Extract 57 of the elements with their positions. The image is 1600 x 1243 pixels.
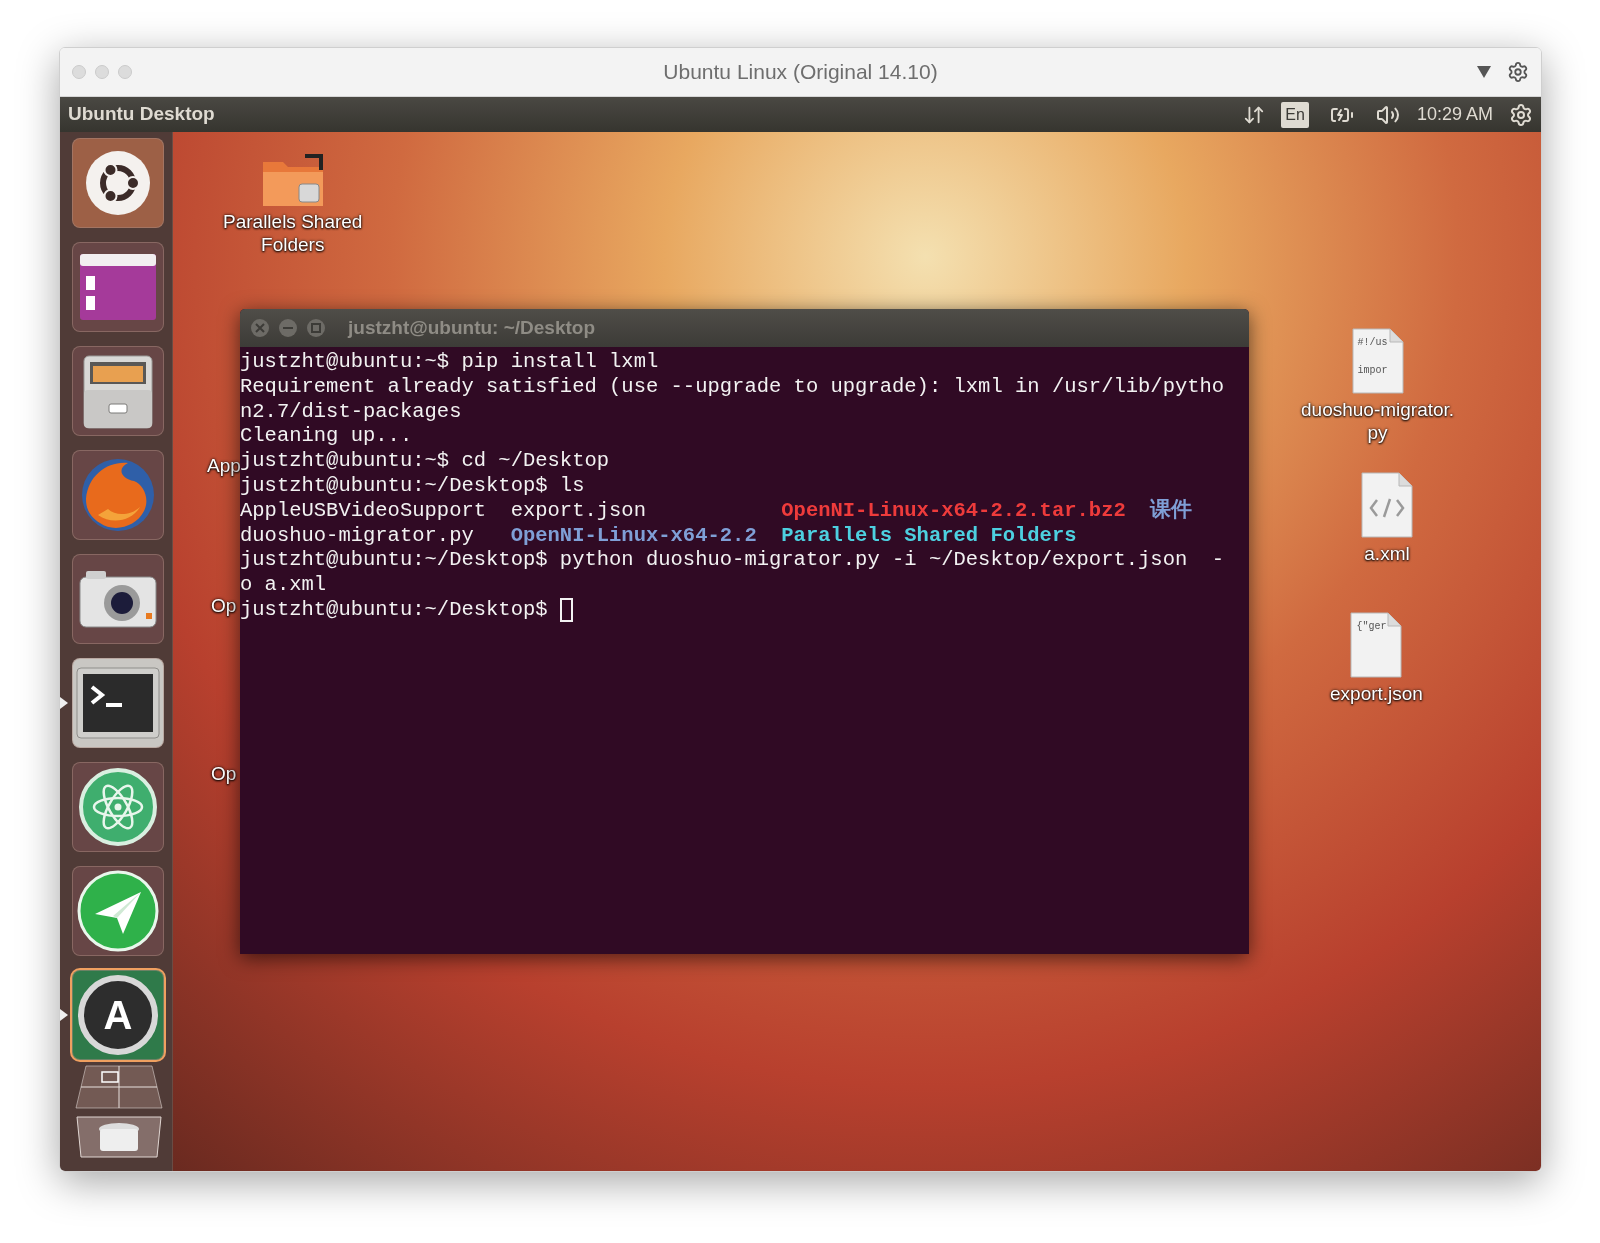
launcher-item[interactable] (72, 658, 164, 748)
launcher-item[interactable] (72, 242, 164, 332)
terminal-text: o a.xml (240, 573, 327, 598)
file-preview-text: #!/us impor (1357, 336, 1388, 378)
terminal-text: Cleaning up... (240, 424, 413, 450)
atom-icon (78, 767, 158, 847)
terminal-text: export.json (510, 498, 646, 522)
terminal-text: justzht@ubuntu:~/Desktop$ (240, 597, 549, 623)
paper-plane-icon (77, 870, 159, 952)
launcher-item[interactable] (72, 138, 164, 228)
document-icon (1350, 612, 1403, 678)
document-icon (1351, 328, 1404, 394)
launcher-item[interactable] (72, 1064, 166, 1110)
terminal-text: duoshuo-migrator.py (240, 523, 474, 547)
file-preview-text: {"ger (1356, 620, 1387, 634)
clock-text[interactable]: 10:29 AM (1416, 101, 1493, 128)
terminal-text: justzht@ubuntu:~$ cd ~/Desktop (240, 449, 610, 474)
desktop-icon-label: duoshuo-migrator. py (1301, 398, 1455, 444)
running-indicator-icon (60, 697, 68, 709)
terminal-title: justzht@ubuntu: ~/Desktop (348, 315, 596, 340)
launcher-item[interactable] (72, 762, 164, 852)
workspace-switcher-icon (74, 1064, 164, 1110)
running-indicator-icon (60, 1009, 68, 1021)
window-app-icon (78, 252, 158, 322)
circle-logo-icon (83, 148, 153, 218)
terminal-text: 课件 (1150, 498, 1193, 522)
keyboard-layout-indicator[interactable]: En (1281, 101, 1309, 128)
document-icon (1361, 472, 1413, 538)
launcher-item[interactable] (72, 554, 164, 644)
desktop-icon-label: Op (211, 595, 237, 616)
launcher-item[interactable] (72, 346, 164, 436)
desktop-icon-label: Parallels Shared Folders (223, 210, 363, 256)
terminal-icon (76, 667, 160, 739)
desktop-icon-label: App (207, 455, 241, 476)
settings-icon[interactable] (1509, 102, 1533, 127)
shared-folder-icon[interactable] (260, 154, 325, 208)
window-title: Ubuntu Linux (Original 14.10) (663, 59, 938, 86)
terminal-text: justzht@ubuntu:~$ pip install lxml (240, 350, 659, 375)
desktop-icon-label: a.xml (1364, 542, 1410, 565)
terminal-text: justzht@ubuntu:~/Desktop$ ls (240, 474, 585, 499)
dropdown-triangle-icon[interactable] (1477, 66, 1491, 78)
settings-icon[interactable] (1507, 61, 1529, 83)
trash-icon (73, 1115, 165, 1159)
terminal-text: Requirement already satisfied (use --upgrade to upgrade): lxml in /usr/lib/pytho (240, 374, 1225, 400)
file-cabinet-icon (82, 352, 154, 430)
desktop-icon-label: Op (211, 763, 237, 784)
updater-glyph: A (103, 995, 133, 1035)
desktop-icon-label: export.json (1330, 682, 1423, 705)
terminal-text: Parallels Shared Folders (781, 523, 1077, 547)
terminal-text: n2.7/dist-packages (240, 399, 462, 425)
terminal-text: OpenNI-Linux-x64-2.2 (510, 523, 757, 547)
terminal-text: OpenNI-Linux-x64-2.2.tar.bz2 (781, 498, 1126, 522)
panel-title: Ubuntu Desktop (68, 102, 215, 127)
launcher-item[interactable] (72, 866, 164, 956)
terminal-text: justzht@ubuntu:~/Desktop$ python duoshuo-migrator.py -i ~/Desktop/export.json - (240, 548, 1225, 574)
launcher-item[interactable]: A (72, 970, 164, 1060)
terminal-text: AppleUSBVideoSupport (240, 498, 487, 522)
